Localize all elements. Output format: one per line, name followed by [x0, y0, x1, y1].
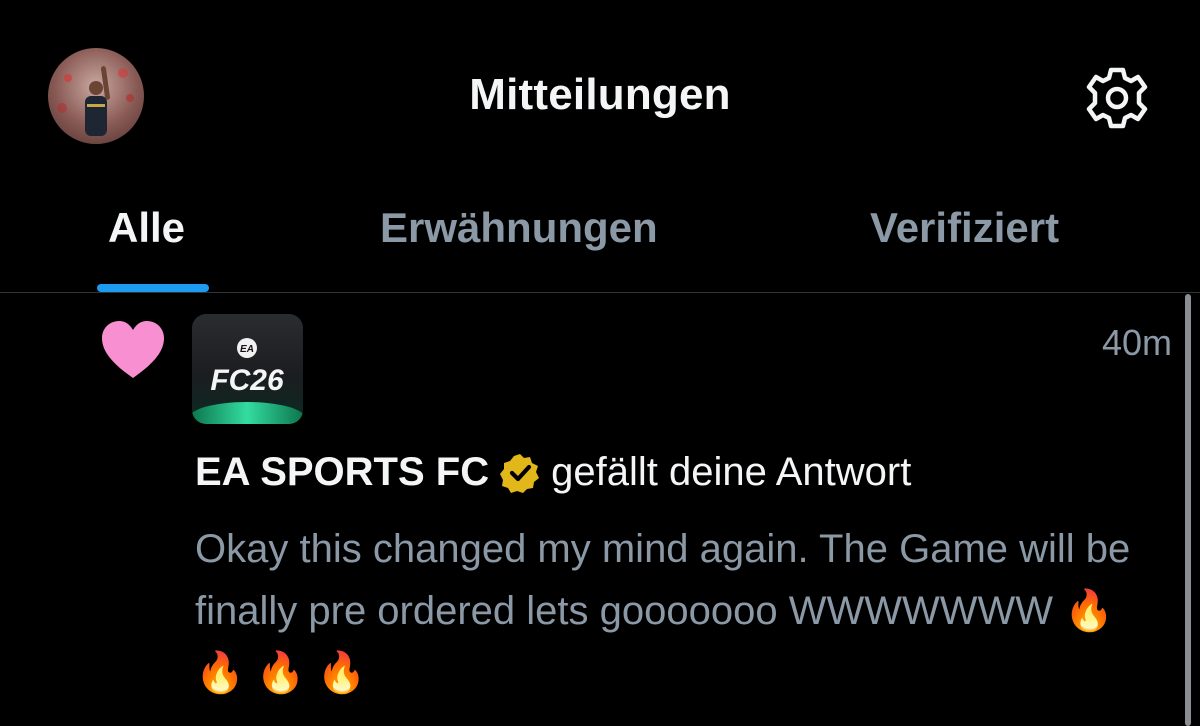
tab-bar: Alle Erwähnungen Verifiziert — [0, 190, 1200, 293]
account-name[interactable]: EA SPORTS FC — [195, 450, 489, 495]
tab-verifiziert[interactable]: Verifiziert — [870, 204, 1059, 252]
notification-action: gefällt deine Antwort — [551, 450, 912, 494]
settings-button[interactable] — [1082, 66, 1152, 130]
tab-erwaehnungen[interactable]: Erwähnungen — [380, 204, 658, 252]
notification-headline: EA SPORTS FC gefällt deine Antwort — [195, 450, 911, 495]
scrollbar[interactable] — [1185, 294, 1191, 726]
tab-alle[interactable]: Alle — [108, 204, 185, 252]
fc26-logo-text: FC26 — [210, 364, 284, 397]
gear-icon — [1086, 67, 1148, 129]
page-title: Mitteilungen — [469, 70, 731, 119]
gold-verified-badge-icon — [500, 453, 540, 493]
ea-logo-text: EA — [240, 344, 254, 355]
reply-text: Okay this changed my mind again. The Gam… — [195, 527, 1131, 695]
header: Mitteilungen — [0, 0, 1200, 190]
active-tab-indicator — [97, 284, 209, 292]
timestamp: 40m — [1101, 322, 1172, 363]
heart-icon — [100, 320, 166, 380]
ea-sports-fc-logo[interactable]: EA FC26 — [192, 314, 303, 424]
